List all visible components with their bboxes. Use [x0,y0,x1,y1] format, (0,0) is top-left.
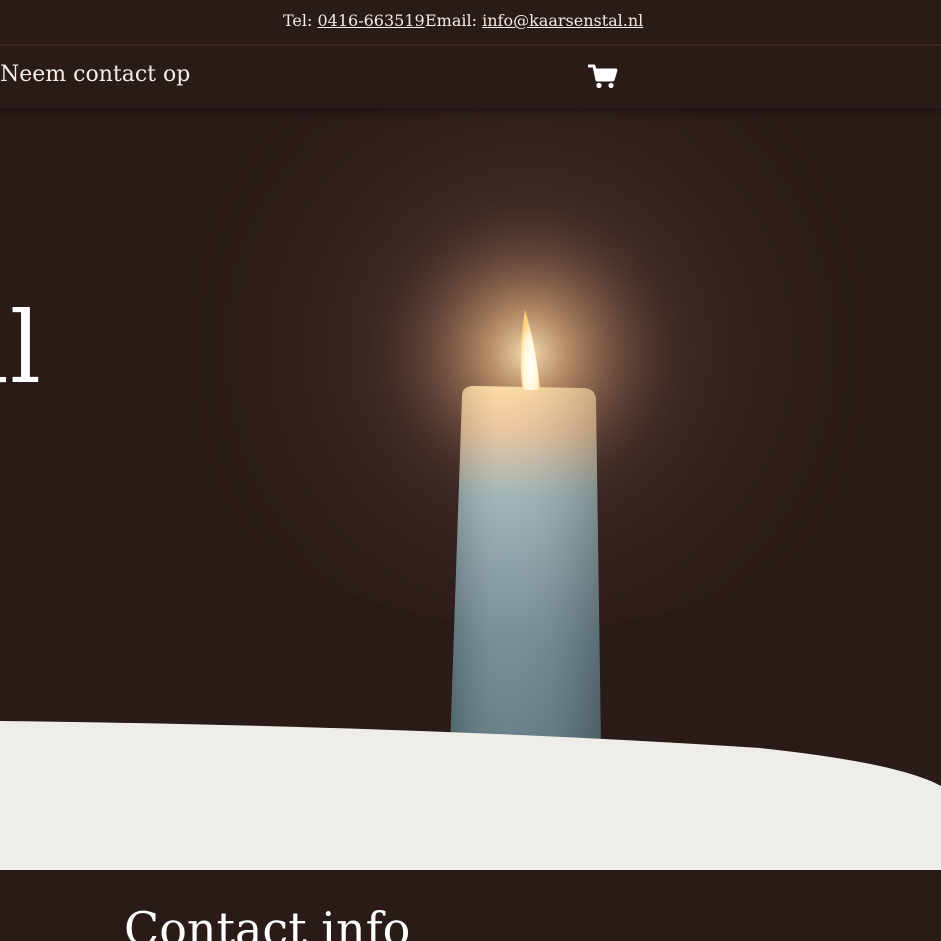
email-info: Email: info@kaarsenstal.nl [425,11,643,30]
email-label: Email: [425,11,478,30]
email-link[interactable]: info@kaarsenstal.nl [482,11,643,30]
phone-label: Tel: [283,11,313,30]
nav-item-contact[interactable]: Neem contact op [0,62,190,87]
footer: Contact info [0,870,941,941]
shopping-cart-icon[interactable] [588,64,618,90]
hero-banner: tal [0,108,941,870]
wave-divider [0,721,941,870]
phone-info: Tel: 0416-663519 [283,11,425,30]
page: Tel: 0416-663519 Email: info@kaarsenstal… [0,0,941,941]
top-contact-bar: Tel: 0416-663519 Email: info@kaarsenstal… [0,0,941,46]
main-navigation: Neem contact op [0,46,941,108]
phone-link[interactable]: 0416-663519 [318,11,425,30]
contact-info-heading: Contact info [124,902,411,941]
